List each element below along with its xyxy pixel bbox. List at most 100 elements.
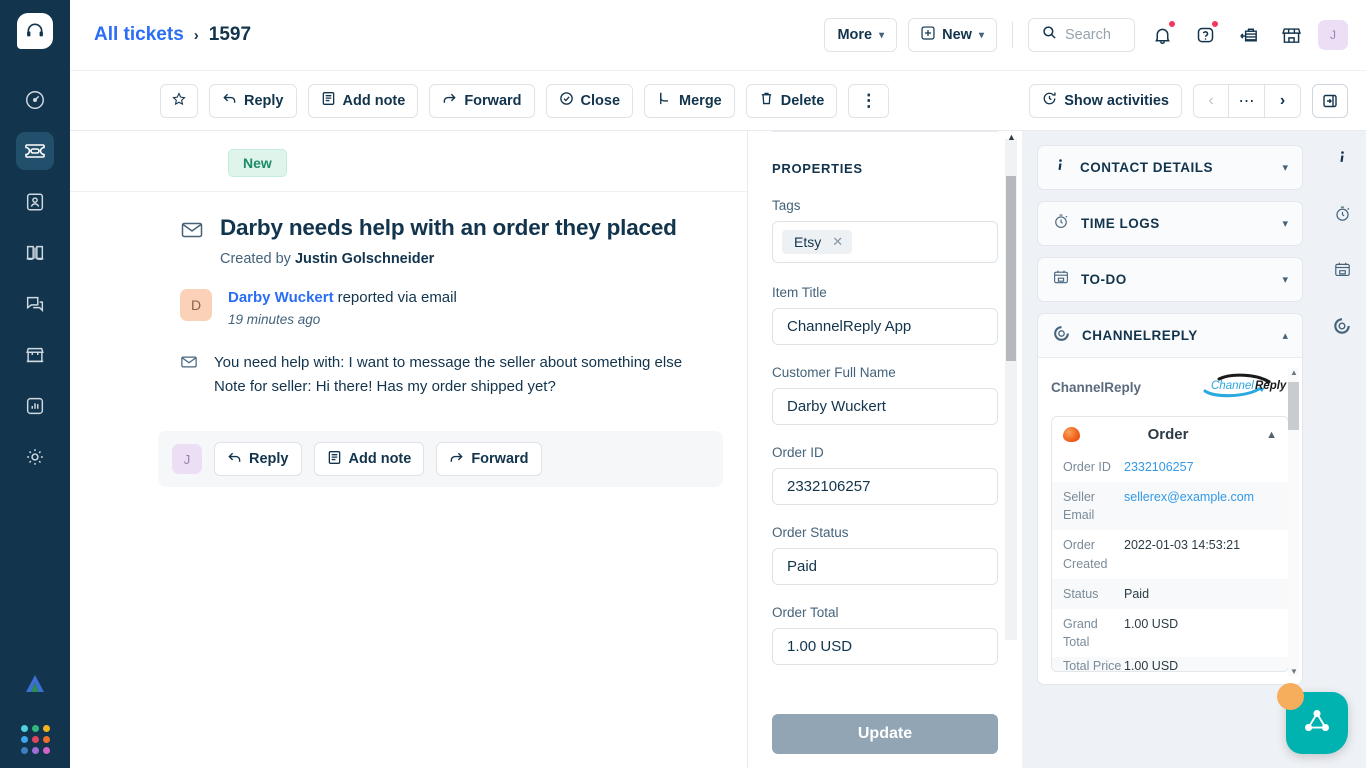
merge-button[interactable]: Merge bbox=[644, 83, 735, 118]
row-key: Grand Total bbox=[1063, 616, 1098, 649]
reporter-name-link[interactable]: Darby Wuckert bbox=[228, 289, 334, 306]
field-label-tags: Tags bbox=[772, 198, 801, 213]
support-widget-button[interactable] bbox=[1277, 683, 1348, 754]
order-total-field[interactable]: 1.00 USD bbox=[772, 628, 998, 665]
inline-add-note-button[interactable]: Add note bbox=[313, 442, 425, 477]
ticket-pager: ‹ ⋯ › bbox=[1193, 83, 1301, 118]
order-id-field[interactable]: 2332106257 bbox=[772, 468, 998, 505]
history-clock-icon bbox=[1042, 91, 1057, 110]
forward-arrow-icon bbox=[449, 450, 464, 469]
search-icon bbox=[1042, 25, 1057, 45]
icon-rail-to-do[interactable] bbox=[1327, 257, 1357, 287]
icon-rail-time-logs[interactable] bbox=[1327, 201, 1357, 231]
customer-full-name-field[interactable]: Darby Wuckert bbox=[772, 388, 998, 425]
bell-icon[interactable] bbox=[1146, 19, 1178, 51]
sidebar-item-settings[interactable] bbox=[16, 438, 54, 476]
sidebar-item-chat[interactable] bbox=[16, 285, 54, 323]
panel-channelreply-header[interactable]: CHANNELREPLY ▴ bbox=[1038, 314, 1302, 357]
avatar[interactable]: J bbox=[1318, 20, 1348, 50]
storefront-icon[interactable] bbox=[1275, 19, 1307, 51]
rail-bottom-group bbox=[0, 670, 70, 754]
close-button[interactable]: Close bbox=[545, 83, 634, 118]
pager-overflow-button[interactable]: ⋯ bbox=[1229, 83, 1265, 118]
star-button[interactable] bbox=[160, 83, 198, 118]
chevron-down-icon[interactable]: ▾ bbox=[1282, 273, 1288, 286]
help-badge bbox=[1211, 20, 1219, 28]
panel-contact-details-header[interactable]: CONTACT DETAILS ▾ bbox=[1038, 146, 1302, 189]
channelreply-scrollbar[interactable]: ▲ ▼ bbox=[1288, 368, 1299, 676]
icon-rail-channelreply[interactable] bbox=[1327, 313, 1357, 343]
row-value[interactable]: sellerex@example.com bbox=[1124, 482, 1288, 530]
headset-logo-icon[interactable] bbox=[17, 13, 53, 49]
panel-time-logs-header[interactable]: TIME LOGS ▾ bbox=[1038, 202, 1302, 245]
chevron-down-icon[interactable]: ▾ bbox=[1282, 161, 1288, 174]
show-activities-button[interactable]: Show activities bbox=[1029, 83, 1182, 118]
breadcrumb-all-tickets[interactable]: All tickets bbox=[94, 24, 184, 46]
chevron-down-icon[interactable]: ▾ bbox=[1282, 217, 1288, 230]
sidebar-item-contacts[interactable] bbox=[16, 183, 54, 221]
reporter-meta: Darby Wuckert reported via email 19 minut… bbox=[228, 289, 457, 327]
pager-prev-button[interactable]: ‹ bbox=[1193, 83, 1229, 118]
more-button[interactable]: More ▾ bbox=[824, 18, 898, 52]
sidebar-item-tickets[interactable] bbox=[16, 132, 54, 170]
row-value[interactable]: 2332106257 bbox=[1124, 452, 1288, 482]
avatar: J bbox=[172, 444, 202, 475]
toolbar-overflow-button[interactable]: ⋮ bbox=[848, 83, 890, 118]
delete-button[interactable]: Delete bbox=[745, 83, 838, 118]
message-line: Note for seller: Hi there! Has my order … bbox=[214, 378, 556, 396]
panel-to-do-header[interactable]: TO-DO ▾ bbox=[1038, 258, 1302, 301]
row-value: 2022-01-03 14:53:21 bbox=[1124, 538, 1241, 553]
pager-next-button[interactable]: › bbox=[1265, 83, 1301, 118]
plus-box-icon bbox=[921, 26, 935, 44]
scroll-down-icon[interactable]: ▼ bbox=[1290, 667, 1298, 676]
tag-chip[interactable]: Etsy ✕ bbox=[782, 230, 853, 254]
sidebar-item-dashboard[interactable] bbox=[16, 81, 54, 119]
sidebar-item-storefront[interactable] bbox=[16, 336, 54, 374]
channelreply-icon bbox=[1332, 316, 1352, 341]
update-button[interactable]: Update bbox=[772, 714, 998, 754]
properties-scrollbar[interactable]: ▲ bbox=[1005, 132, 1017, 640]
content-area: New Darby needs help with an order they … bbox=[70, 131, 1366, 768]
envelope-icon bbox=[180, 351, 198, 399]
order-status-field[interactable]: Paid bbox=[772, 548, 998, 585]
new-button[interactable]: New ▾ bbox=[908, 18, 997, 52]
order-card-header[interactable]: Order ▲ bbox=[1052, 417, 1288, 452]
forward-arrow-icon bbox=[442, 91, 457, 110]
add-note-button[interactable]: Add note bbox=[307, 83, 419, 118]
item-title-field[interactable]: ChannelReply App bbox=[772, 308, 998, 345]
announcement-icon[interactable] bbox=[1232, 19, 1264, 51]
scrollbar-thumb[interactable] bbox=[1288, 382, 1299, 430]
scrollbar-thumb[interactable] bbox=[1006, 176, 1016, 361]
field-label-order-id: Order ID bbox=[772, 445, 824, 460]
notification-badge bbox=[1168, 20, 1176, 28]
tags-input[interactable]: Etsy ✕ bbox=[772, 221, 998, 263]
table-row: Status Paid bbox=[1052, 578, 1288, 609]
right-sidebar: CONTACT DETAILS ▾ TIME LOGS ▾ TO-DO ▾ CH… bbox=[1022, 131, 1318, 768]
status-badge: New bbox=[228, 149, 287, 177]
channelreply-app-head: ChannelReply Channel Reply bbox=[1051, 372, 1289, 403]
scroll-up-icon[interactable]: ▲ bbox=[1007, 132, 1016, 142]
close-icon[interactable]: ✕ bbox=[832, 234, 843, 250]
reply-button[interactable]: Reply bbox=[209, 83, 297, 118]
header-actions: More ▾ New ▾ Search J bbox=[824, 18, 1348, 52]
forward-button[interactable]: Forward bbox=[429, 83, 535, 118]
note-icon bbox=[321, 91, 336, 110]
question-mark-icon[interactable] bbox=[1189, 19, 1221, 51]
panel-collapse-icon[interactable] bbox=[1312, 83, 1348, 118]
inline-forward-button[interactable]: Forward bbox=[436, 442, 542, 477]
sidebar-item-reports[interactable] bbox=[16, 387, 54, 425]
storefront-icon bbox=[24, 344, 46, 366]
reply-label: Reply bbox=[244, 92, 284, 109]
sidebar-item-knowledge-base[interactable] bbox=[16, 234, 54, 272]
search-input[interactable]: Search bbox=[1028, 18, 1135, 52]
scroll-up-icon[interactable]: ▲ bbox=[1290, 368, 1298, 377]
icon-rail-contact-details[interactable] bbox=[1327, 145, 1357, 175]
freshworks-arrow-icon[interactable] bbox=[21, 670, 49, 703]
network-triangle-icon bbox=[1302, 706, 1332, 741]
chevron-up-icon[interactable]: ▴ bbox=[1282, 329, 1288, 342]
app-switcher-grid-icon[interactable] bbox=[20, 725, 50, 754]
envelope-icon bbox=[180, 214, 204, 267]
panel-title: TO-DO bbox=[1081, 272, 1127, 287]
inline-reply-button[interactable]: Reply bbox=[214, 442, 302, 477]
chevron-up-icon[interactable]: ▲ bbox=[1266, 429, 1277, 441]
